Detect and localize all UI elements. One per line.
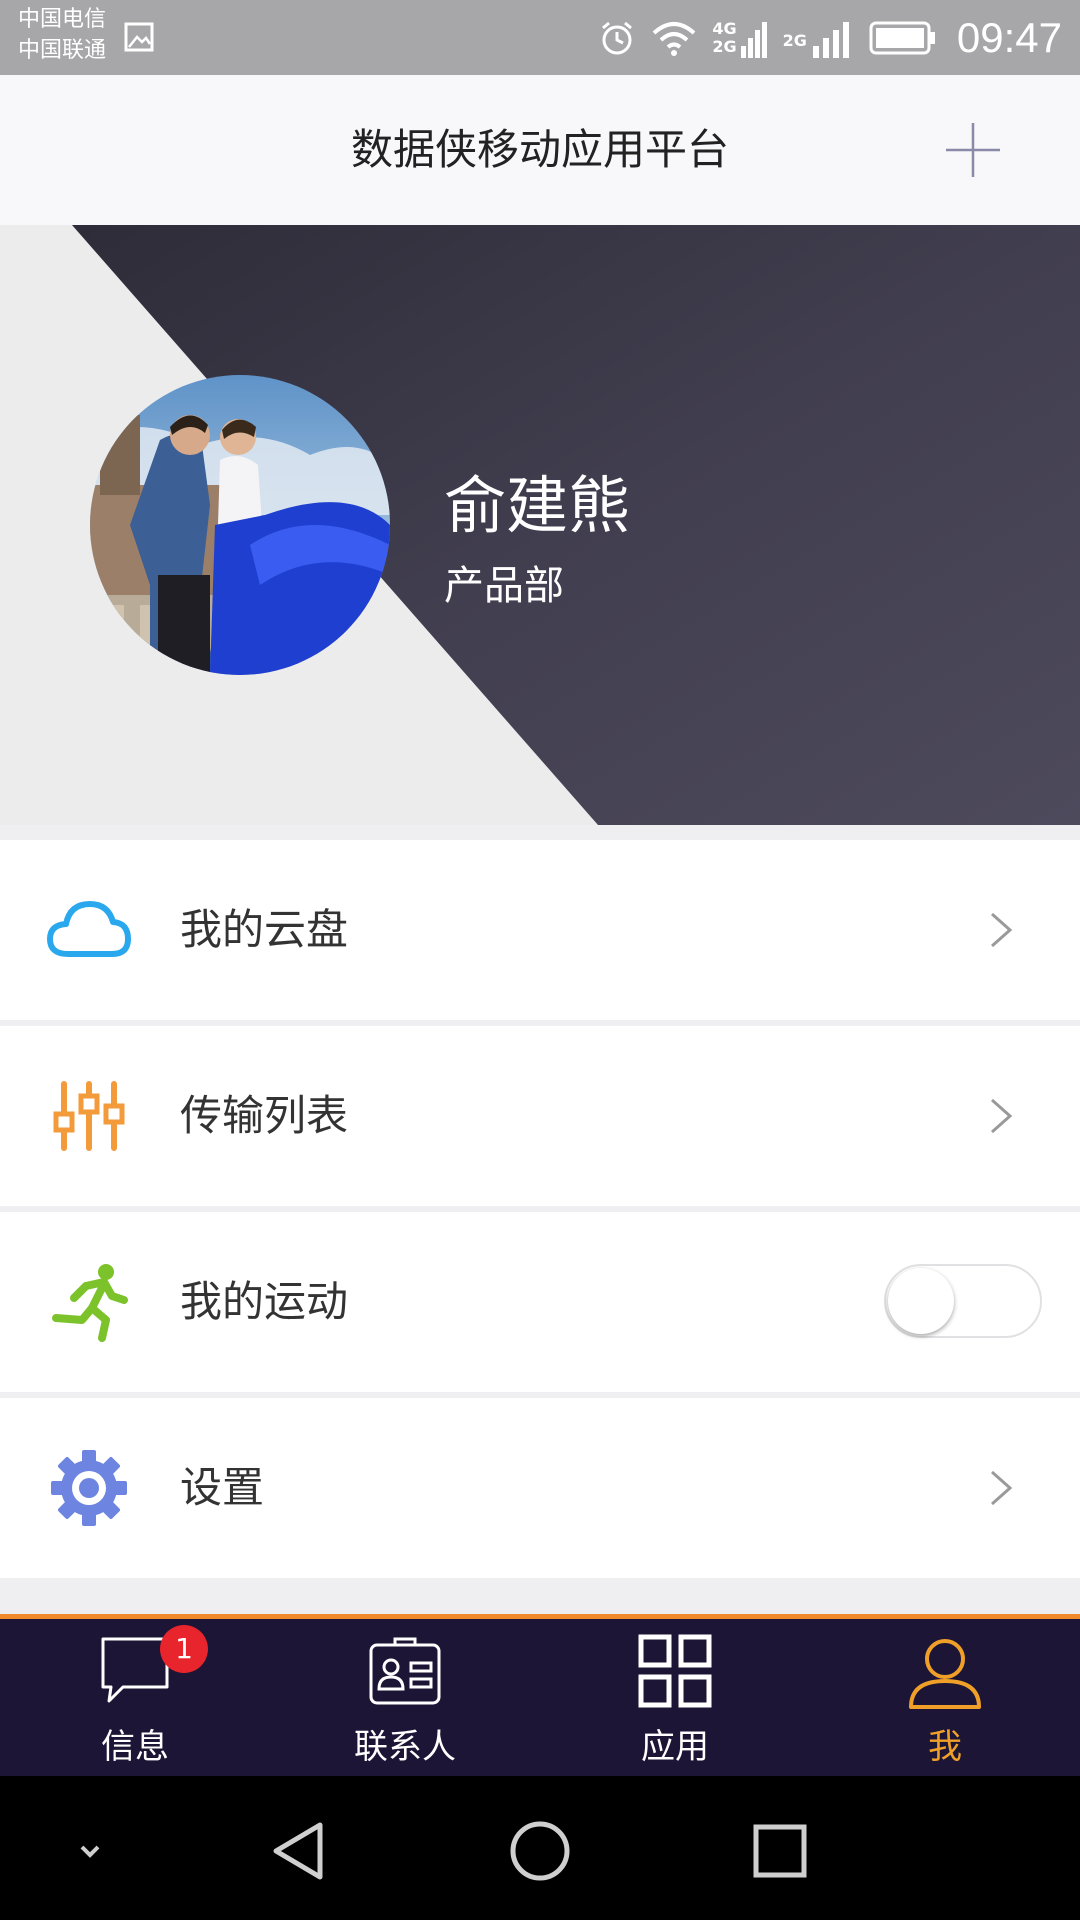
battery-icon bbox=[869, 21, 935, 54]
chevron-right-icon bbox=[991, 1470, 1013, 1506]
carrier-names: 中国电信 中国联通 bbox=[18, 4, 106, 66]
chevron-right-icon bbox=[991, 1098, 1013, 1134]
tab-label: 联系人 bbox=[354, 1727, 456, 1767]
menu-label: 传输列表 bbox=[180, 1091, 349, 1140]
tab-messages[interactable]: 1 信息 bbox=[0, 1619, 270, 1776]
system-nav-bar bbox=[0, 1776, 1080, 1920]
page-title: 数据侠移动应用平台 bbox=[350, 125, 729, 174]
menu-label: 我的运动 bbox=[180, 1277, 349, 1326]
image-notification-icon bbox=[124, 22, 154, 52]
menu-item-my-sports[interactable]: 我的运动 bbox=[0, 1212, 1080, 1392]
menu-label: 我的云盘 bbox=[180, 905, 349, 954]
menu-item-settings[interactable]: 设置 bbox=[0, 1398, 1080, 1578]
tab-label: 应用 bbox=[641, 1727, 709, 1767]
tab-me[interactable]: 我 bbox=[810, 1619, 1080, 1776]
profile-banner: 俞建熊 产品部 bbox=[0, 225, 1080, 825]
user-department: 产品部 bbox=[444, 563, 564, 609]
carrier-2: 中国联通 bbox=[18, 38, 107, 63]
tab-label: 信息 bbox=[101, 1727, 169, 1767]
sliders-icon bbox=[53, 1081, 125, 1151]
wifi-icon bbox=[653, 21, 696, 56]
user-name: 俞建熊 bbox=[444, 469, 631, 542]
grid-icon bbox=[638, 1634, 712, 1708]
back-icon[interactable] bbox=[260, 1811, 340, 1891]
menu-item-cloud-drive[interactable]: 我的云盘 bbox=[0, 840, 1080, 1020]
toggle-knob bbox=[888, 1268, 954, 1334]
menu-list: 我的云盘 传输列表 我的运动 设置 bbox=[0, 840, 1080, 1584]
bottom-tab-bar: 1 信息 联系人 应用 我 bbox=[0, 1614, 1080, 1776]
network-2g-label-b: 2G bbox=[782, 30, 807, 50]
gear-icon bbox=[51, 1450, 127, 1526]
plus-icon[interactable] bbox=[942, 119, 1004, 181]
tab-label: 我 bbox=[928, 1727, 962, 1767]
collapse-icon[interactable] bbox=[50, 1811, 130, 1891]
person-icon bbox=[909, 1639, 981, 1709]
app-header: 数据侠移动应用平台 bbox=[0, 75, 1080, 225]
recents-icon[interactable] bbox=[740, 1811, 820, 1891]
chevron-right-icon bbox=[991, 912, 1013, 948]
carrier-1: 中国电信 bbox=[18, 7, 107, 32]
status-bar: 中国电信 中国联通 4G 2G 2G 09:47 bbox=[0, 0, 1080, 75]
sports-toggle[interactable] bbox=[884, 1264, 1042, 1338]
avatar[interactable] bbox=[90, 375, 390, 675]
signal-icon bbox=[740, 21, 767, 58]
menu-item-transfer-list[interactable]: 传输列表 bbox=[0, 1026, 1080, 1206]
home-icon[interactable] bbox=[500, 1811, 580, 1891]
tab-apps[interactable]: 应用 bbox=[540, 1619, 810, 1776]
network-4g-label: 4G bbox=[712, 18, 737, 38]
unread-badge: 1 bbox=[160, 1625, 208, 1673]
cloud-icon bbox=[47, 901, 131, 957]
clock: 09:47 bbox=[956, 13, 1062, 61]
contact-card-icon bbox=[369, 1637, 441, 1705]
tab-contacts[interactable]: 联系人 bbox=[270, 1619, 540, 1776]
menu-label: 设置 bbox=[180, 1463, 265, 1512]
avatar-photo bbox=[90, 375, 390, 675]
signal-icon-2 bbox=[812, 21, 849, 58]
network-2g-label: 2G bbox=[712, 36, 737, 56]
running-icon bbox=[52, 1264, 128, 1342]
alarm-icon bbox=[602, 21, 633, 54]
